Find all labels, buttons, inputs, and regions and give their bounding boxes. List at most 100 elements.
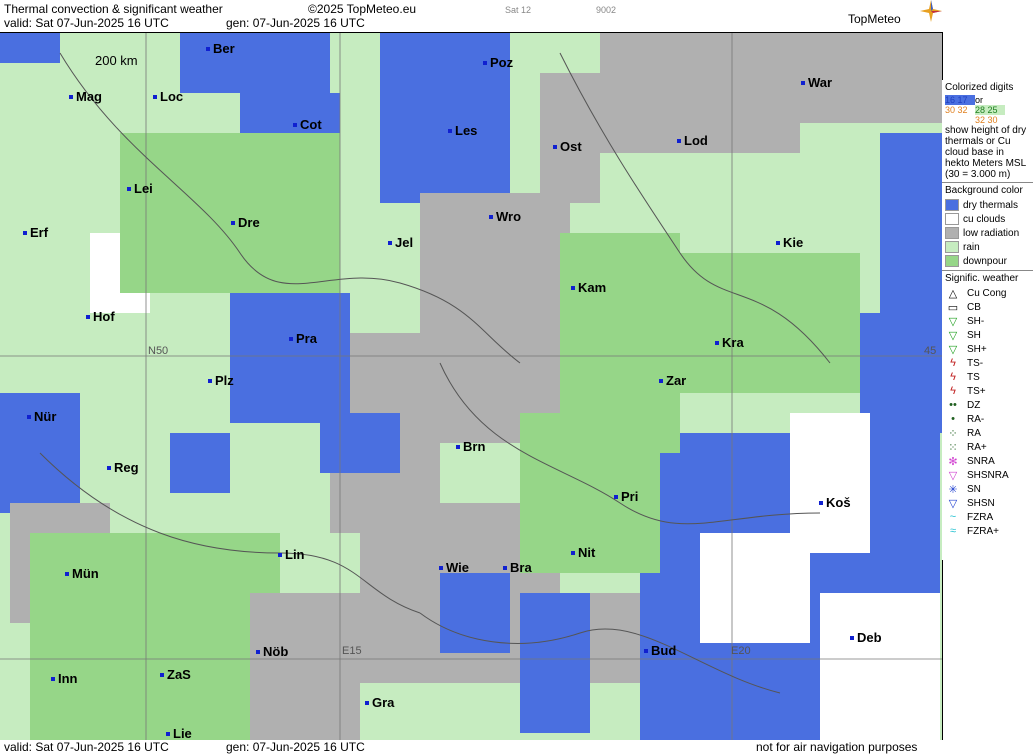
rain-light-icon: • — [951, 413, 955, 425]
digit-sample-green: 28 25 — [975, 105, 1005, 115]
grid-label-e20: E20 — [731, 645, 751, 657]
wx-item: ~ FZRA — [945, 510, 1030, 524]
wx-item: • RA- — [945, 412, 1030, 426]
cu-cong-icon: △ — [948, 287, 958, 300]
map-region-dry-thermals — [860, 313, 942, 433]
city-label-lin: Lin — [278, 547, 305, 562]
wx-item-label: SHSNRA — [967, 469, 1009, 481]
digit-sample-blue: 16 17 — [945, 95, 975, 105]
city-label-plz: Plz — [208, 373, 234, 388]
footer-valid: valid: Sat 07-Jun-2025 16 UTC — [4, 740, 169, 754]
footer-disclaimer: not for air navigation purposes — [756, 740, 918, 754]
legend-note: show height of dry thermals or Cu cloud … — [945, 125, 1027, 169]
legend-colorized-title: Colorized digits — [945, 82, 1014, 93]
map-region-low-radiation — [250, 593, 360, 741]
city-label-ber: Ber — [206, 41, 235, 56]
bg-item-rain: rain — [963, 241, 980, 253]
city-label-reg: Reg — [107, 460, 139, 475]
header-bar: Thermal convection & significant weather… — [0, 0, 1033, 32]
wx-item-label: RA+ — [967, 441, 987, 453]
map-title: Thermal convection & significant weather — [4, 2, 223, 16]
city-label-lei: Lei — [127, 181, 153, 196]
wx-item: ✳ SN — [945, 482, 1030, 496]
digit-sample-orange2: 32 30 — [975, 115, 998, 125]
grid-label-45: 45 — [924, 345, 937, 357]
thunderstorm-light-icon: ϟ — [950, 357, 956, 369]
wx-item-label: TS — [967, 371, 980, 383]
thunderstorm-heavy-icon: ϟ — [950, 385, 956, 397]
city-label-kie: Kie — [775, 235, 804, 250]
city-label-nöb: Nöb — [255, 644, 289, 659]
city-label-inn: Inn — [51, 671, 78, 686]
map-region-cu-clouds — [820, 593, 940, 741]
wx-item-label: SNRA — [967, 455, 995, 467]
footer-bar: valid: Sat 07-Jun-2025 16 UTC gen: 07-Ju… — [0, 740, 1033, 754]
map-region-rain — [0, 113, 60, 333]
wx-item-label: SH+ — [967, 343, 987, 355]
wx-item-label: FZRA+ — [967, 525, 999, 537]
shower-icon: ▽ — [948, 329, 958, 342]
freezing-rain-icon: ~ — [949, 511, 957, 523]
legend-bg-title: Background color — [945, 185, 1023, 196]
freezing-rain-heavy-icon: ≈ — [949, 525, 957, 537]
digit-sample-orange: 30 32 — [945, 105, 968, 115]
city-label-kra: Kra — [715, 335, 744, 350]
wx-item: ⁙ RA+ — [945, 440, 1030, 454]
city-label-brn: Brn — [455, 439, 486, 454]
bg-item-cu: cu clouds — [963, 213, 1006, 225]
wx-item-label: TS- — [967, 357, 984, 369]
city-label-nit: Nit — [570, 545, 596, 560]
cb-icon: ▭ — [947, 301, 959, 314]
wx-item-label: SN — [967, 483, 981, 495]
compass-star-icon — [920, 0, 942, 22]
map-region-cu-clouds — [790, 413, 870, 553]
wx-item-label: FZRA — [967, 511, 994, 523]
bg-item-downpour: downpour — [963, 255, 1007, 267]
weather-map[interactable]: 200 km N50 E15 E20 45 Ber Poz War Mag Loc Cot… — [0, 32, 943, 741]
city-label-gra: Gra — [364, 695, 395, 710]
grid-label-n50: N50 — [148, 345, 169, 357]
scale-label: 200 km — [95, 53, 138, 68]
map-region-low-radiation — [420, 193, 570, 443]
grid-label-e15: E15 — [342, 645, 362, 657]
wx-item: ϟ TS — [945, 370, 1030, 384]
map-region-downpour — [30, 533, 280, 741]
copyright: ©2025 TopMeteo.eu — [308, 2, 417, 16]
wx-item-label: SHSN — [967, 497, 995, 509]
wx-item: ϟ TS- — [945, 356, 1030, 370]
city-label-wie: Wie — [439, 560, 469, 575]
map-region-downpour — [680, 253, 860, 393]
digit-or: or — [975, 95, 984, 105]
city-label-nür: Nür — [26, 409, 57, 424]
map-region-downpour — [120, 133, 340, 293]
city-label-pri: Pri — [613, 489, 639, 504]
city-label-mag: Mag — [69, 89, 102, 104]
wx-item: ⁘ RA — [945, 426, 1030, 440]
valid-time: valid: Sat 07-Jun-2025 16 UTC — [4, 16, 169, 30]
bg-item-dry: dry thermals — [963, 199, 1019, 211]
wx-item-label: SH — [967, 329, 981, 341]
city-label-kam: Kam — [570, 280, 607, 295]
wx-item-label: RA — [967, 427, 981, 439]
wx-item: ▽ SH — [945, 328, 1030, 342]
city-label-wro: Wro — [488, 209, 522, 224]
rain-heavy-icon: ⁙ — [948, 441, 958, 454]
footer-gen: gen: 07-Jun-2025 16 UTC — [226, 740, 365, 754]
sat-label: Sat 12 — [505, 5, 532, 15]
map-region-dry-thermals — [320, 413, 400, 473]
city-label-lie: Lie — [166, 726, 192, 741]
bg-item-low: low radiation — [963, 227, 1020, 239]
city-label-deb: Deb — [850, 630, 882, 645]
legend-wx-list: △ Cu Cong ▭ CB ▽ SH- ▽ SH ▽ SH+ ϟ TS-ϟ TS ϟ TS+ •• DZ • RA… — [945, 286, 1030, 538]
map-canvas — [0, 33, 942, 741]
map-region-dry-thermals — [180, 33, 330, 93]
wx-item: •• DZ — [945, 398, 1030, 412]
snow-shower-icon: ▽ — [948, 497, 958, 510]
city-label-lod: Lod — [677, 133, 708, 148]
map-region-dry-thermals — [0, 33, 60, 63]
city-label-cot: Cot — [293, 117, 322, 132]
wx-item: ▭ CB — [945, 300, 1030, 314]
shower-light-icon: ▽ — [948, 315, 958, 328]
city-label-zas: ZaS — [160, 667, 191, 682]
city-label-zar: Zar — [658, 373, 687, 388]
